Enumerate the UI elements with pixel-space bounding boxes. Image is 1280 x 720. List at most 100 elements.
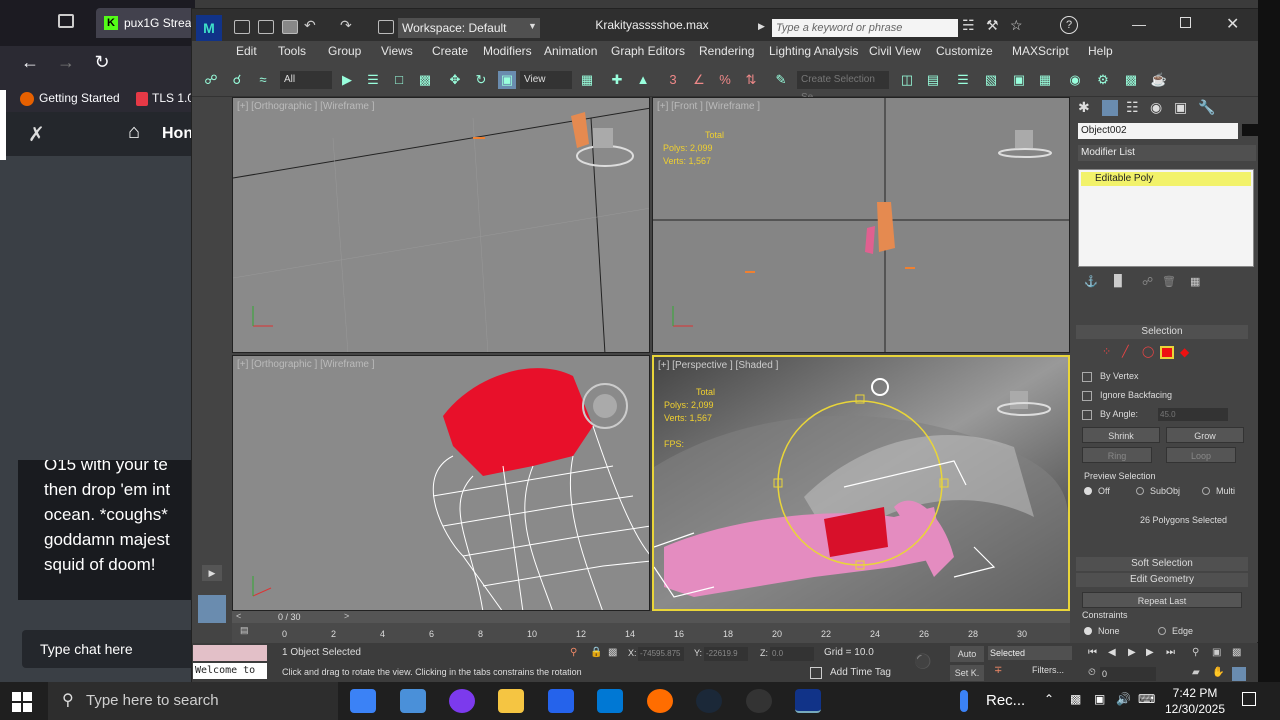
menu-tools[interactable]: Tools <box>278 44 306 58</box>
link-icon[interactable]: ☍ <box>202 71 220 89</box>
field-of-view-icon[interactable]: ▰ <box>1192 667 1200 678</box>
project-folder-icon[interactable] <box>378 20 394 34</box>
zoom-extents-icon[interactable]: ▩ <box>1232 647 1241 658</box>
percent-snap-icon[interactable]: % <box>716 71 734 89</box>
viewport-bottom-left[interactable]: [+] [Orthographic ] [Wireframe ] <box>232 355 650 611</box>
time-slider[interactable]: < > <box>232 611 1070 623</box>
track-bar[interactable]: ▤ 0 2 4 6 8 10 12 14 16 18 20 22 24 26 28 30 <box>232 623 1070 643</box>
steam-icon[interactable] <box>696 689 722 713</box>
mail-icon[interactable] <box>597 689 623 713</box>
named-selection-set-dropdown[interactable]: Create Selection Se <box>797 71 889 103</box>
subscription-icon[interactable]: ⚒ <box>986 17 999 34</box>
menu-views[interactable]: Views <box>381 44 413 58</box>
sidebar-toggle-icon[interactable]: ✗ <box>28 122 45 147</box>
mirror-icon[interactable]: ◫ <box>898 71 916 89</box>
layer-explorer-icon[interactable]: ▧ <box>982 71 1000 89</box>
max-logo-icon[interactable]: M <box>196 15 222 41</box>
move-icon[interactable]: ✥ <box>446 71 464 89</box>
system-clock[interactable]: 7:42 PM 12/30/2025 <box>1160 685 1230 717</box>
y-coordinate[interactable]: -22619.9 <box>704 647 748 661</box>
mini-curve-editor-icon[interactable]: ▤ <box>240 625 249 636</box>
orbit-icon[interactable] <box>1232 667 1246 681</box>
open-file-icon[interactable] <box>258 20 274 34</box>
undo-icon[interactable]: ↶ <box>304 17 316 34</box>
reload-icon[interactable]: ↻ <box>90 52 114 73</box>
menu-maxscript[interactable]: MAXScript <box>1012 44 1069 58</box>
next-frame-icon[interactable]: > <box>344 611 349 621</box>
render-teapot-icon[interactable]: ☕ <box>1150 71 1168 89</box>
preview-subobj-radio[interactable] <box>1136 487 1144 495</box>
store-icon[interactable] <box>548 689 574 713</box>
loop-button[interactable]: Loop <box>1166 447 1236 463</box>
scene-explorer-icon[interactable]: ☰ <box>954 71 972 89</box>
ribbon-toggle-icon[interactable]: ▣ <box>1010 71 1028 89</box>
expand-arrow-icon[interactable]: ▶ <box>202 565 222 581</box>
select-manipulate-icon[interactable]: ✚ <box>608 71 626 89</box>
workspace-dropdown[interactable]: Workspace: Default <box>398 18 540 38</box>
z-coordinate[interactable]: 0.0 <box>770 647 814 661</box>
isolate-icon[interactable]: ⚲ <box>570 647 577 658</box>
time-tag-icon[interactable] <box>810 667 822 679</box>
notification-icon[interactable] <box>1242 692 1256 706</box>
save-icon[interactable] <box>282 20 298 34</box>
auto-key-button[interactable]: Auto <box>950 646 984 662</box>
remove-modifier-icon[interactable]: 🗑 <box>1162 275 1176 288</box>
browser-icon[interactable] <box>449 689 475 713</box>
play-icon[interactable]: ▶ <box>1128 647 1136 658</box>
forward-arrow-icon[interactable]: → <box>54 52 78 73</box>
current-frame-field[interactable]: 0 <box>1100 667 1156 681</box>
ignore-backfacing-checkbox[interactable] <box>1082 391 1092 401</box>
binoculars-icon[interactable]: ☵ <box>962 17 975 34</box>
hierarchy-tab-icon[interactable]: ☷ <box>1126 99 1139 116</box>
make-unique-icon[interactable]: ☍ <box>1142 275 1153 288</box>
browser-tab-stream[interactable]: K pux1G Strea <box>96 8 196 38</box>
selection-rollout-header[interactable]: Selection <box>1076 325 1248 339</box>
snaps-toggle-icon[interactable]: 3 <box>664 71 682 89</box>
menu-modifiers[interactable]: Modifiers <box>483 44 532 58</box>
set-key-button[interactable]: Set K. <box>950 665 984 681</box>
grow-button[interactable]: Grow <box>1166 427 1244 443</box>
zoom-all-icon[interactable]: ▣ <box>1212 647 1221 658</box>
by-vertex-checkbox[interactable] <box>1082 372 1092 382</box>
render-frame-icon[interactable]: ▩ <box>1122 71 1140 89</box>
tray-app-icon[interactable]: ▩ <box>1070 692 1081 706</box>
display-tab-icon[interactable]: ▣ <box>1174 99 1187 116</box>
menu-civil-view[interactable]: Civil View <box>869 44 921 58</box>
recording-label[interactable]: Rec... <box>986 682 1025 720</box>
pivot-center-icon[interactable]: ▦ <box>578 71 596 89</box>
maxscript-listener[interactable] <box>193 645 267 661</box>
stack-item-editable-poly[interactable]: Editable Poly <box>1081 172 1251 186</box>
configure-sets-icon[interactable]: ▦ <box>1190 275 1200 288</box>
home-icon[interactable]: ⌂ <box>128 121 140 144</box>
window-crossing-icon[interactable]: ▩ <box>416 71 434 89</box>
network-icon[interactable]: ▣ <box>1094 692 1105 706</box>
app-icon[interactable] <box>400 689 426 713</box>
edit-named-selection-icon[interactable]: ✎ <box>772 71 790 89</box>
maxscript-mini-listener[interactable]: Welcome to <box>193 663 267 679</box>
menu-group[interactable]: Group <box>328 44 361 58</box>
new-file-icon[interactable] <box>234 20 250 34</box>
menu-animation[interactable]: Animation <box>544 44 597 58</box>
add-time-tag[interactable]: Add Time Tag <box>830 667 891 678</box>
goto-end-icon[interactable]: ⏭ <box>1166 647 1175 658</box>
edge-mode-icon[interactable]: ╱ <box>1122 345 1129 358</box>
polygon-mode-icon[interactable] <box>1160 346 1174 359</box>
spinner-snap-icon[interactable]: ⇅ <box>742 71 760 89</box>
modifier-list-dropdown[interactable]: Modifier List <box>1078 145 1256 161</box>
select-by-name-icon[interactable]: ☰ <box>364 71 382 89</box>
edit-geometry-rollout[interactable]: Edit Geometry <box>1076 573 1248 587</box>
pan-hand-icon[interactable]: ✋ <box>1212 667 1224 678</box>
menu-edit[interactable]: Edit <box>236 44 257 58</box>
keyword-search-input[interactable]: Type a keyword or phrase <box>772 19 958 37</box>
border-mode-icon[interactable]: ◯ <box>1142 345 1154 358</box>
constraint-edge-radio[interactable] <box>1158 627 1166 635</box>
repeat-last-button[interactable]: Repeat Last <box>1082 592 1242 608</box>
tab-overview-icon[interactable] <box>58 14 74 28</box>
bookmark-tls[interactable]: TLS 1.0 <box>152 91 194 105</box>
help-icon[interactable]: ? <box>1060 16 1078 34</box>
ring-button[interactable]: Ring <box>1082 447 1152 463</box>
viewport-top-left[interactable]: [+] [Orthographic ] [Wireframe ] <box>232 97 650 353</box>
3dsmax-taskbar-icon[interactable] <box>795 689 821 713</box>
zoom-icon[interactable]: ⚲ <box>1192 647 1199 658</box>
chevron-down-icon[interactable]: ▼ <box>528 21 537 31</box>
